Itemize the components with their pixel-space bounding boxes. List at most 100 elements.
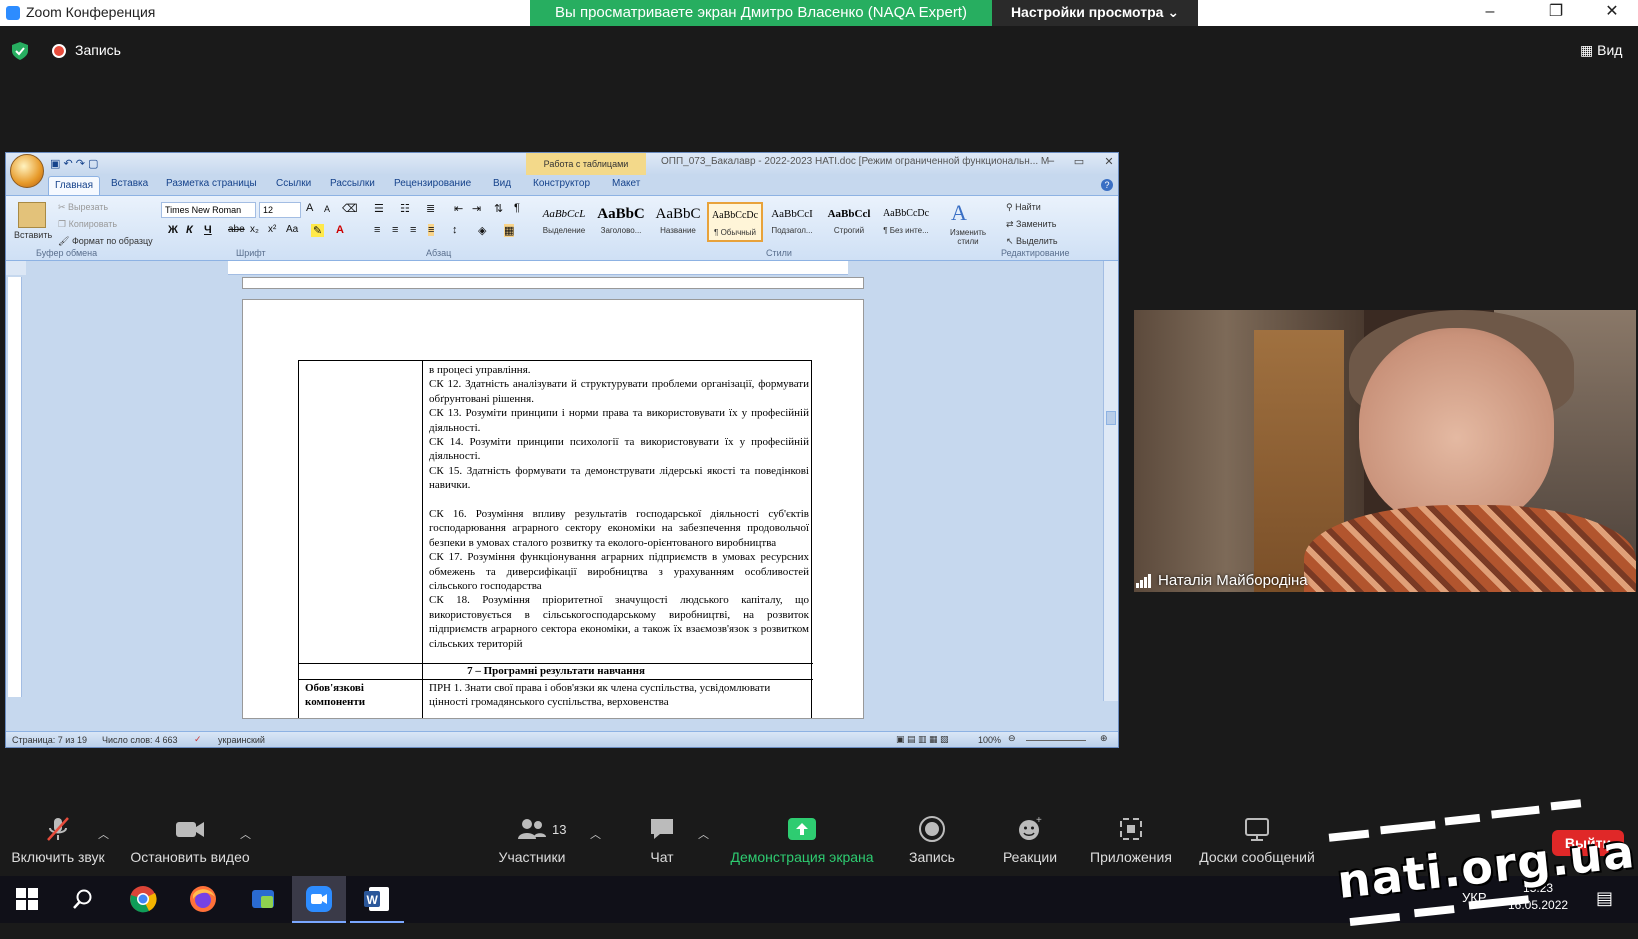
align-right-icon[interactable]: ≡ xyxy=(410,224,416,236)
zoom-level[interactable]: 100% xyxy=(978,735,1001,745)
chat-button[interactable]: Чат xyxy=(640,815,684,865)
format-painter-button[interactable]: 🖌 Формат по образцу xyxy=(58,236,153,247)
participant-video[interactable] xyxy=(1134,310,1636,592)
view-button[interactable]: ▦ Вид xyxy=(1580,42,1622,59)
style-no-spacing[interactable]: AaBbCcDc ¶ Без инте... xyxy=(878,202,934,242)
tab-review[interactable]: Рецензирование xyxy=(394,178,471,189)
unmute-button[interactable]: Включить звук xyxy=(8,815,108,865)
strikethrough-button[interactable]: abe xyxy=(228,224,245,235)
language-indicator[interactable]: украинский xyxy=(218,735,265,745)
reactions-button[interactable]: + Реакции xyxy=(1000,815,1060,865)
font-size-select[interactable]: 12 xyxy=(259,202,301,218)
zoom-in-icon[interactable]: ⊕ xyxy=(1100,733,1108,744)
shading-icon[interactable]: ◈ xyxy=(478,224,486,237)
view-mode-icons[interactable]: ▣ ▤ ▥ ▦ ▧ xyxy=(896,734,949,745)
save-icon[interactable]: ▣ xyxy=(50,158,60,170)
style-title[interactable]: AaBbC Название xyxy=(650,202,706,242)
record-button[interactable]: Запись xyxy=(904,815,960,865)
spellcheck-icon[interactable]: ✓ xyxy=(194,734,202,745)
help-icon[interactable]: ? xyxy=(1101,179,1113,191)
tab-mailings[interactable]: Рассылки xyxy=(330,178,375,189)
start-button[interactable] xyxy=(0,876,54,923)
paste-button[interactable]: Вставить xyxy=(14,230,52,240)
taskbar-search-button[interactable] xyxy=(56,876,110,923)
style-normal[interactable]: AaBbCcDc ¶ Обычный xyxy=(707,202,763,242)
font-name-select[interactable]: Times New Roman xyxy=(161,202,256,218)
align-center-icon[interactable]: ≡ xyxy=(392,224,398,236)
security-shield-icon[interactable] xyxy=(12,42,28,60)
tab-selector[interactable] xyxy=(6,261,26,275)
tab-layout[interactable]: Макет xyxy=(612,178,640,189)
style-strong[interactable]: AaBbCcl Строгий xyxy=(821,202,877,242)
participants-options-caret[interactable]: ︿ xyxy=(590,826,601,842)
taskbar-zoom[interactable] xyxy=(292,876,346,923)
minimize-button[interactable]: – xyxy=(1470,0,1510,26)
tab-page-layout[interactable]: Разметка страницы xyxy=(166,178,257,189)
word-close-button[interactable]: ✕ xyxy=(1096,155,1118,171)
pilcrow-icon[interactable]: ¶ xyxy=(514,202,520,214)
quick-access-toolbar[interactable]: ▣ ↶ ↷ ▢ xyxy=(50,157,98,170)
change-styles-button[interactable]: Изменить стили xyxy=(946,228,990,246)
italic-button[interactable]: К xyxy=(186,224,193,236)
multilevel-list-icon[interactable]: ≣ xyxy=(426,202,435,215)
vertical-ruler[interactable] xyxy=(8,277,22,697)
align-left-icon[interactable]: ≡ xyxy=(374,224,380,236)
underline-button[interactable]: Ч xyxy=(204,224,212,236)
document-page[interactable]: в процесі управління. СК 12. Здатність а… xyxy=(242,299,864,719)
subscript-button[interactable]: x₂ xyxy=(250,224,259,235)
clear-format-icon[interactable]: ⌫ xyxy=(342,202,358,215)
replace-button[interactable]: ⇄ Заменить xyxy=(1006,219,1057,230)
highlight-icon[interactable]: ✎ xyxy=(311,224,325,237)
sort-icon[interactable]: ⇅ xyxy=(494,202,503,215)
close-button[interactable]: ✕ xyxy=(1592,0,1632,26)
tab-insert[interactable]: Вставка xyxy=(111,178,148,189)
redo-icon[interactable]: ↷ xyxy=(76,158,85,170)
decrease-indent-icon[interactable]: ⇤ xyxy=(454,202,463,215)
taskbar-firefox[interactable] xyxy=(176,876,230,923)
superscript-button[interactable]: x² xyxy=(268,224,276,235)
grow-font-button[interactable]: A xyxy=(306,202,313,214)
font-color-icon[interactable]: A xyxy=(336,224,344,236)
line-spacing-icon[interactable]: ↕ xyxy=(452,224,458,236)
justify-icon[interactable]: ≡ xyxy=(428,224,435,236)
shrink-font-button[interactable]: A xyxy=(324,204,330,214)
view-settings-button[interactable]: Настройки просмотра ⌄ xyxy=(992,0,1198,26)
audio-options-caret[interactable]: ︿ xyxy=(98,826,109,842)
horizontal-ruler[interactable] xyxy=(228,261,848,275)
tab-view[interactable]: Вид xyxy=(493,178,511,189)
style-subtitle[interactable]: AaBbCcI Подзагол... xyxy=(764,202,820,242)
bullets-icon[interactable]: ☰ xyxy=(374,202,384,215)
competencies-cell[interactable]: в процесі управління. СК 12. Здатність а… xyxy=(429,363,809,651)
style-emphasis[interactable]: AaBbCcL Выделение xyxy=(536,202,592,242)
maximize-button[interactable]: ❐ xyxy=(1536,0,1576,26)
recording-label[interactable]: Запись xyxy=(75,42,121,58)
find-button[interactable]: ⚲ Найти xyxy=(1006,202,1041,213)
bold-button[interactable]: Ж xyxy=(168,224,178,236)
cut-button[interactable]: ✂ Вырезать xyxy=(58,202,108,213)
numbering-icon[interactable]: ☷ xyxy=(400,202,410,215)
copy-button[interactable]: ❐ Копировать xyxy=(58,219,117,230)
page-count[interactable]: Страница: 7 из 19 xyxy=(12,735,87,745)
borders-icon[interactable]: ▦ xyxy=(504,224,515,237)
undo-icon[interactable]: ↶ xyxy=(63,158,72,170)
share-screen-button[interactable]: Демонстрация экрана xyxy=(724,815,880,865)
taskbar-word[interactable]: W xyxy=(350,876,404,923)
stop-video-button[interactable]: Остановить видео xyxy=(126,815,254,865)
tab-home[interactable]: Главная xyxy=(48,176,100,195)
change-case-button[interactable]: Aa xyxy=(286,224,298,235)
tab-references[interactable]: Ссылки xyxy=(276,178,311,189)
tab-design[interactable]: Конструктор xyxy=(533,178,590,189)
vertical-scrollbar[interactable] xyxy=(1103,261,1118,701)
word-count[interactable]: Число слов: 4 663 xyxy=(102,735,178,745)
increase-indent-icon[interactable]: ⇥ xyxy=(472,202,481,215)
whiteboards-button[interactable]: Доски сообщений xyxy=(1192,815,1322,865)
chat-options-caret[interactable]: ︿ xyxy=(698,826,709,842)
document-table[interactable]: в процесі управління. СК 12. Здатність а… xyxy=(298,360,813,718)
new-doc-icon[interactable]: ▢ xyxy=(88,158,98,170)
select-button[interactable]: ↖ Выделить xyxy=(1006,236,1058,247)
change-styles-icon[interactable]: A xyxy=(951,200,967,226)
word-maximize-button[interactable]: ▭ xyxy=(1066,155,1092,171)
video-options-caret[interactable]: ︿ xyxy=(240,826,251,842)
zoom-out-icon[interactable]: ⊖ xyxy=(1008,733,1016,744)
style-heading[interactable]: AaBbC Заголово... xyxy=(593,202,649,242)
